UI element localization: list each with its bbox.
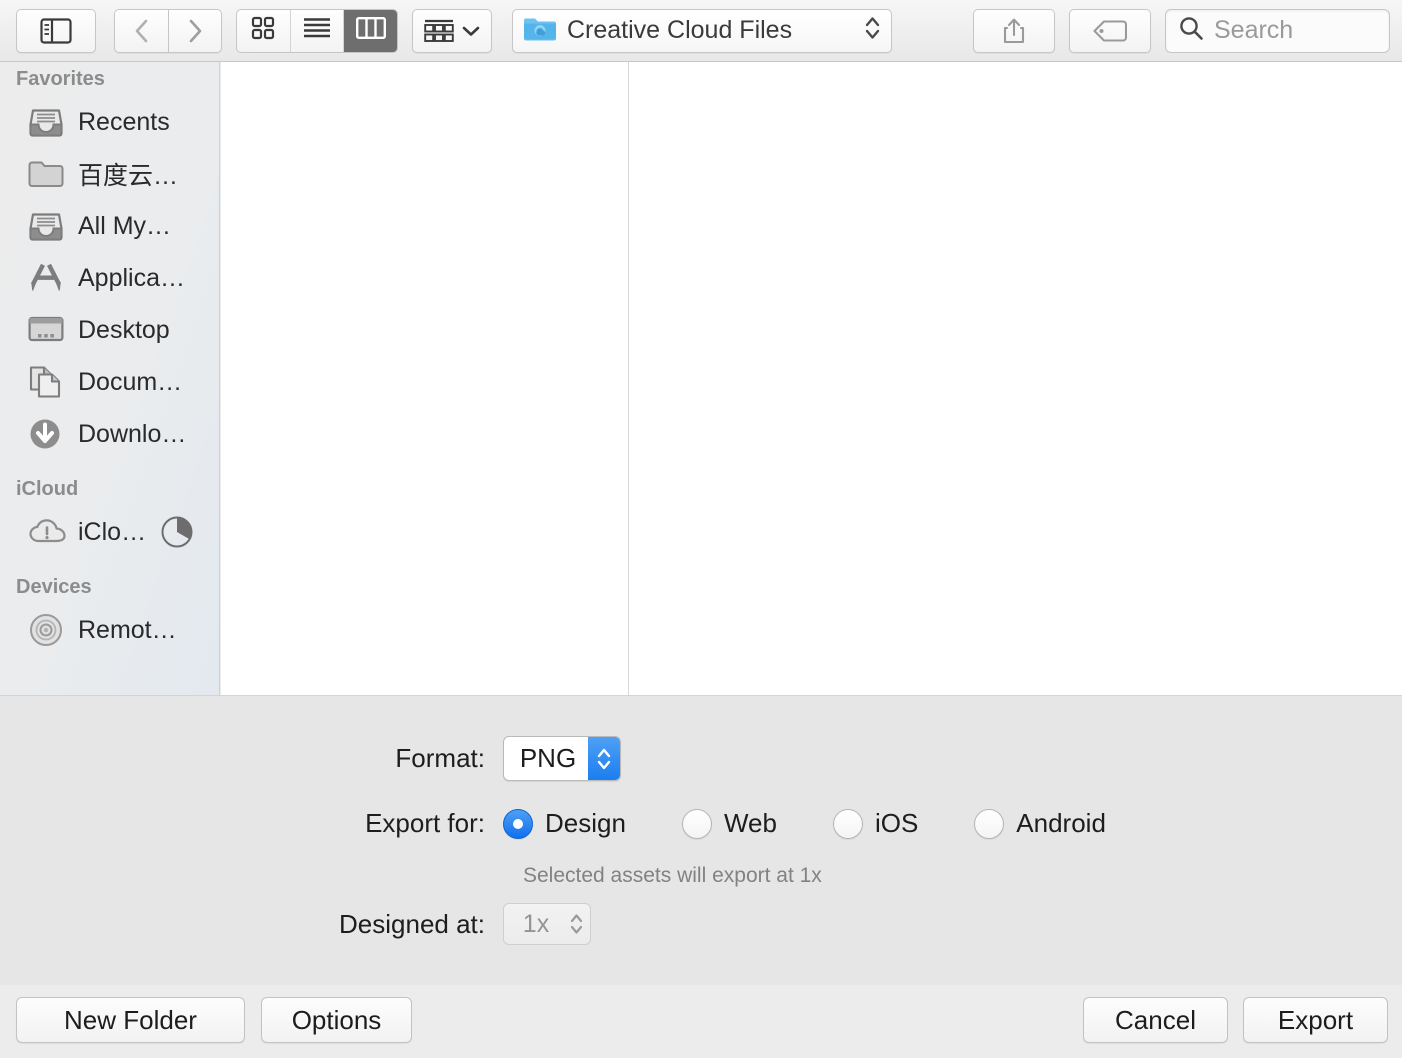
radio-ios[interactable]: iOS (832, 808, 919, 839)
share-icon (1002, 17, 1026, 45)
recents-icon (28, 105, 72, 139)
sidebar-header-icloud: iCloud (16, 478, 79, 500)
sidebar-item-applications[interactable]: Applica… (0, 252, 219, 304)
export-scale-hint: Selected assets will export at 1x (523, 864, 822, 887)
location-popup-button[interactable]: Creative Cloud Files (512, 8, 892, 53)
search-field[interactable]: Search (1165, 8, 1390, 53)
radio-dot (681, 808, 712, 839)
export-button[interactable]: Export (1243, 997, 1388, 1043)
radio-dot (974, 808, 1005, 839)
icon-view-button[interactable] (237, 9, 291, 52)
sidebar-item-desktop[interactable]: Desktop (0, 304, 219, 356)
list-icon (303, 17, 331, 44)
dialog-button-bar: New Folder Options Cancel Export (0, 985, 1402, 1058)
list-view-button[interactable] (291, 9, 345, 52)
radio-design[interactable]: Design (503, 808, 626, 839)
browser-column-2[interactable] (629, 62, 1401, 695)
chevron-down-icon (462, 25, 480, 37)
sidebar-item-downloads[interactable]: Downlo… (0, 408, 219, 460)
export-dialog: Creative Cloud Files Search Favorites Re… (0, 0, 1402, 1058)
sidebar-item-label: Downlo… (78, 419, 187, 448)
sidebar-header-devices: Devices (16, 576, 92, 598)
share-button[interactable] (973, 8, 1055, 53)
sidebar-item-label: Docum… (78, 367, 183, 396)
designed-at-popup-button[interactable]: 1x (503, 903, 591, 945)
sidebar-item-icloud-drive[interactable]: iClo… (0, 506, 219, 558)
radio-android[interactable]: Android (974, 808, 1106, 839)
updown-chevron-icon (864, 14, 881, 47)
sidebar-item-remote-disc[interactable]: Remot… (0, 604, 219, 656)
tags-button[interactable] (1069, 8, 1151, 53)
radio-web[interactable]: Web (681, 808, 777, 839)
sidebar-item-recents[interactable]: Recents (0, 96, 219, 148)
radio-dot (503, 808, 533, 839)
tag-icon (1093, 19, 1127, 42)
export-for-row: Export for: Design Web iOS Android (310, 808, 1162, 839)
radio-label: Android (1016, 808, 1106, 838)
sidebar-item-label: Desktop (78, 315, 170, 344)
format-stepper-arrows[interactable] (588, 737, 620, 780)
sidebar-item-documents[interactable]: Docum… (0, 356, 219, 408)
applications-icon (28, 261, 72, 295)
documents-icon (28, 365, 72, 399)
radio-label: Web (723, 808, 777, 838)
arrange-grid-icon (424, 19, 454, 43)
downloads-icon (28, 417, 72, 451)
folder-icon (28, 159, 72, 189)
radio-label: Design (545, 808, 626, 838)
creative-cloud-folder-icon (523, 15, 557, 47)
sidebar-header-favorites: Favorites (16, 68, 105, 90)
remote-disc-icon (28, 612, 72, 648)
column-view-button[interactable] (344, 9, 397, 52)
sidebar: Favorites Recents 百度云… All My… Applica… … (0, 62, 220, 695)
format-popup-button[interactable]: PNG (503, 736, 621, 781)
chevron-right-icon (187, 18, 203, 44)
designed-at-stepper-arrows[interactable] (569, 904, 584, 944)
location-label: Creative Cloud Files (567, 16, 793, 44)
sidebar-item-label: 百度云… (78, 162, 179, 190)
radio-label: iOS (874, 808, 919, 838)
browser-column-1[interactable] (221, 62, 629, 695)
file-browser-columns[interactable] (221, 62, 1402, 695)
sidebar-toggle-button[interactable] (16, 8, 96, 53)
radio-dot (832, 808, 863, 839)
sidebar-item-all-my-files[interactable]: All My… (0, 200, 219, 252)
sidebar-item-label: Remot… (78, 615, 177, 644)
search-placeholder: Search (1214, 16, 1294, 44)
desktop-icon (28, 315, 72, 345)
designed-at-label: Designed at: (339, 908, 485, 939)
export-for-label: Export for: (365, 808, 485, 838)
sidebar-icon (40, 17, 72, 44)
storage-pie-icon (160, 515, 194, 549)
sidebar-item-label: Applica… (78, 263, 185, 292)
icloud-alert-icon (28, 518, 72, 546)
columns-icon (355, 17, 386, 44)
sidebar-item-label: iClo… (78, 517, 147, 546)
all-my-files-icon (28, 209, 72, 243)
grid-icon (251, 16, 275, 45)
sidebar-item-baidu-cloud[interactable]: 百度云… (0, 148, 219, 200)
new-folder-button[interactable]: New Folder (16, 997, 245, 1043)
search-icon (1178, 15, 1204, 46)
designed-at-row: Designed at: 1x (246, 903, 591, 945)
back-button[interactable] (114, 8, 168, 53)
arrange-button[interactable] (412, 8, 492, 53)
chevron-left-icon (134, 18, 150, 44)
format-row: Format: PNG (310, 736, 621, 781)
forward-button[interactable] (168, 8, 222, 53)
options-button[interactable]: Options (261, 997, 412, 1043)
export-options-panel: Format: PNG Export for: Design Web iOS A… (0, 695, 1402, 985)
sidebar-item-label: All My… (78, 211, 172, 240)
sidebar-item-label: Recents (78, 107, 170, 136)
view-mode-segmented-control[interactable] (236, 8, 398, 53)
format-label: Format: (395, 743, 485, 773)
toolbar: Creative Cloud Files Search (0, 0, 1402, 62)
cancel-button[interactable]: Cancel (1083, 997, 1228, 1043)
